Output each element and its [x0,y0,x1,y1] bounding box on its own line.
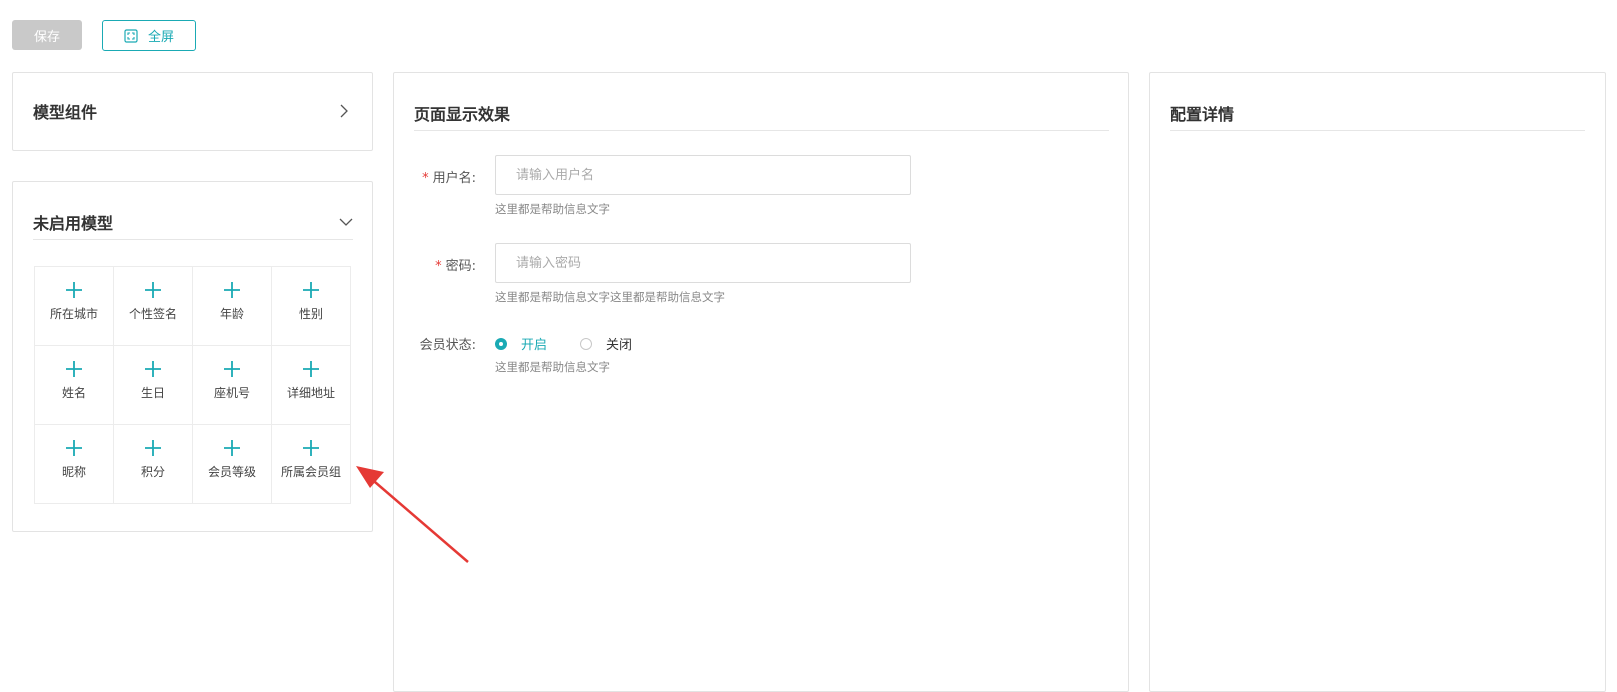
fullscreen-icon [124,28,138,43]
plus-icon [145,361,161,377]
username-input[interactable] [495,155,911,195]
model-item[interactable]: 所属会员组 [272,425,351,504]
password-input[interactable] [495,243,911,283]
model-item[interactable]: 积分 [114,425,193,504]
model-item-label: 昵称 [61,465,86,479]
model-item[interactable]: 性别 [272,267,351,346]
annotation-arrow [356,466,469,563]
unused-models-divider [33,239,353,240]
model-item-label: 详细地址 [286,386,335,400]
preview-panel: 页面显示效果 *用户名: 这里都是帮助信息文字 *密码: 这里都是帮助信息文字这… [393,72,1129,692]
fullscreen-button-label: 全屏 [147,30,174,45]
preview-title: 页面显示效果 [414,105,511,124]
model-item[interactable]: 年龄 [193,267,272,346]
model-item[interactable]: 座机号 [193,346,272,425]
model-item[interactable]: 所在城市 [35,267,114,346]
radio-unchecked-icon [580,337,592,350]
model-item-label: 姓名 [61,386,86,400]
model-item-label: 年龄 [219,307,244,321]
fullscreen-button[interactable]: 全屏 [102,20,196,51]
plus-icon [224,440,240,456]
status-on-radio[interactable]: 开启 [495,334,547,353]
unused-models-panel: 未启用模型 所在城市 个性签名 年龄 性别姓名 生日 座机号 详细地址昵称 积分 会员等级 所属会… [12,181,373,532]
model-item-label: 积分 [140,465,165,479]
plus-icon [66,361,82,377]
config-divider [1170,130,1585,131]
required-mark: * [422,171,429,186]
password-label: * 密码: [435,259,476,274]
model-item-label: 所属会员组 [280,465,341,479]
plus-icon [66,282,82,298]
model-item[interactable]: 昵称 [35,425,114,504]
plus-icon [145,282,161,298]
config-title: 配置详情 [1170,105,1235,124]
plus-icon [303,440,319,456]
plus-icon [224,361,240,377]
member-status-label: 会员状态: [419,338,476,353]
plus-icon [145,440,161,456]
plus-icon [303,361,319,377]
preview-divider [414,130,1109,131]
username-label: * 用户名: [422,171,476,186]
model-item-label: 座机号 [213,386,250,400]
components-panel[interactable]: 模型组件 [12,72,373,151]
model-item[interactable]: 个性签名 [114,267,193,346]
model-item-label: 性别 [298,307,323,321]
model-item-label: 个性签名 [128,307,177,321]
username-help: 这里都是帮助信息文字 [495,202,610,216]
model-item[interactable]: 详细地址 [272,346,351,425]
model-item-label: 生日 [140,386,165,400]
required-mark: * [435,259,442,274]
model-item[interactable]: 生日 [114,346,193,425]
model-item[interactable]: 会员等级 [193,425,272,504]
member-status-help: 这里都是帮助信息文字 [495,360,610,374]
save-button[interactable]: 保存 [12,20,82,50]
config-panel: 配置详情 [1149,72,1606,692]
radio-checked-icon [495,337,507,350]
plus-icon [303,282,319,298]
plus-icon [66,440,82,456]
model-item[interactable]: 姓名 [35,346,114,425]
components-title: 模型组件 [33,103,98,122]
chevron-down-icon[interactable] [339,217,353,227]
status-off-radio[interactable]: 关闭 [580,334,632,353]
plus-icon [224,282,240,298]
model-grid: 所在城市 个性签名 年龄 性别姓名 生日 座机号 详细地址昵称 积分 会员等级 所属会员组 [34,266,351,504]
unused-models-title: 未启用模型 [33,214,114,233]
chevron-right-icon[interactable] [339,104,349,118]
model-item-label: 所在城市 [49,307,98,321]
model-item-label: 会员等级 [207,465,256,479]
password-help: 这里都是帮助信息文字这里都是帮助信息文字 [495,290,725,304]
